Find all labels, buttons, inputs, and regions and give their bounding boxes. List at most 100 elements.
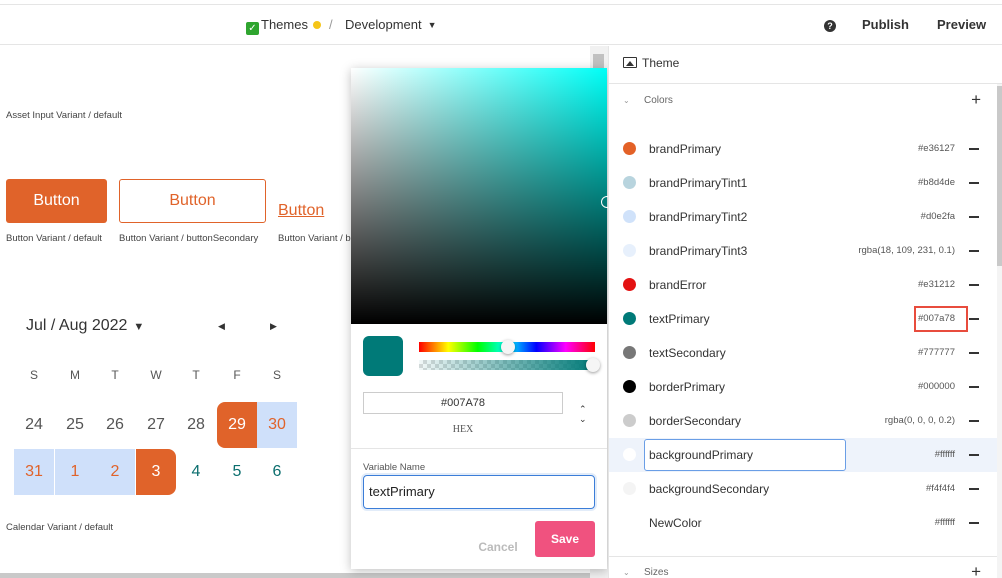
- color-swatch-icon[interactable]: [623, 448, 636, 461]
- color-swatch-icon[interactable]: [623, 176, 636, 189]
- button-secondary-preview[interactable]: Button: [119, 179, 266, 223]
- remove-color-icon[interactable]: [969, 352, 979, 354]
- color-row-brandPrimaryTint1[interactable]: brandPrimaryTint1 #b8d4de: [609, 166, 997, 200]
- hue-slider-handle[interactable]: [501, 340, 515, 354]
- top-bar: ✓ Themes / Development ▼ ? Publish Preview: [0, 4, 1002, 45]
- color-value[interactable]: #e36127: [918, 143, 955, 154]
- button-primary-preview[interactable]: Button: [6, 179, 107, 223]
- calendar-day-in-range[interactable]: 31: [14, 449, 54, 495]
- calendar-day-selected-end[interactable]: 3: [136, 449, 176, 495]
- theme-panel: Theme ⌄ Colors + brandPrimary #e36127 bran…: [608, 46, 1002, 578]
- color-value[interactable]: #e31212: [918, 279, 955, 290]
- color-picker-popover: #007A78 HEX ⌃ ⌄ Variable Name textPrimar…: [351, 68, 613, 569]
- color-swatch-icon[interactable]: [623, 414, 636, 427]
- chevron-down-icon: ⌄: [623, 568, 630, 577]
- add-size-icon[interactable]: +: [971, 562, 981, 578]
- color-swatch-icon[interactable]: [623, 278, 636, 291]
- color-value[interactable]: rgba(0, 0, 0, 0.2): [885, 415, 955, 426]
- color-row-backgroundSecondary[interactable]: backgroundSecondary #f4f4f4: [609, 472, 997, 506]
- breadcrumb-separator: /: [329, 17, 333, 32]
- alpha-slider-handle[interactable]: [586, 358, 600, 372]
- color-value[interactable]: #d0e2fa: [921, 211, 955, 222]
- branch-label: Development: [345, 17, 422, 32]
- color-value[interactable]: #f4f4f4: [926, 483, 955, 494]
- help-button[interactable]: ?: [824, 5, 836, 44]
- calendar-day[interactable]: 24: [14, 402, 54, 448]
- calendar-day[interactable]: 6: [257, 449, 297, 495]
- alpha-slider[interactable]: [419, 360, 595, 370]
- remove-color-icon[interactable]: [969, 454, 979, 456]
- color-swatch-icon[interactable]: [623, 482, 636, 495]
- calendar-next-icon[interactable]: ▶: [270, 321, 277, 332]
- calendar-day[interactable]: 5: [217, 449, 257, 495]
- colors-section-header[interactable]: ⌄ Colors +: [609, 86, 997, 118]
- calendar-day-in-range[interactable]: 2: [95, 449, 135, 495]
- color-swatch-icon[interactable]: [623, 210, 636, 223]
- color-row-borderPrimary[interactable]: borderPrimary #000000: [609, 370, 997, 404]
- color-swatch-icon[interactable]: [623, 244, 636, 257]
- add-color-icon[interactable]: +: [971, 90, 981, 110]
- color-row-backgroundPrimary[interactable]: backgroundPrimary #ffffff: [609, 438, 997, 472]
- color-row-brandPrimaryTint2[interactable]: brandPrimaryTint2 #d0e2fa: [609, 200, 997, 234]
- remove-color-icon[interactable]: [969, 182, 979, 184]
- help-icon: ?: [824, 20, 836, 32]
- variable-name-label: Variable Name: [363, 462, 426, 473]
- panel-scroll-thumb[interactable]: [997, 86, 1002, 266]
- color-value[interactable]: #777777: [918, 347, 955, 358]
- calendar-day[interactable]: 25: [55, 402, 95, 448]
- themes-menu[interactable]: ✓ Themes: [246, 5, 321, 44]
- calendar-day-in-range[interactable]: 1: [55, 449, 95, 495]
- chevron-down-icon: ⌄: [579, 414, 587, 424]
- calendar-day[interactable]: 28: [176, 402, 216, 448]
- color-value[interactable]: #ffffff: [935, 449, 955, 460]
- color-value[interactable]: #b8d4de: [918, 177, 955, 188]
- remove-color-icon[interactable]: [969, 216, 979, 218]
- format-toggle-button[interactable]: ⌃ ⌄: [579, 404, 587, 424]
- color-swatch-icon[interactable]: [623, 142, 636, 155]
- calendar-weekday: T: [111, 368, 119, 382]
- remove-color-icon[interactable]: [969, 250, 979, 252]
- color-row-textSecondary[interactable]: textSecondary #777777: [609, 336, 997, 370]
- calendar-day-in-range[interactable]: 30: [257, 402, 297, 448]
- cancel-button[interactable]: Cancel: [471, 529, 525, 565]
- color-name: borderPrimary: [649, 380, 726, 394]
- branch-dropdown[interactable]: Development ▼: [345, 5, 437, 44]
- color-row-brandPrimaryTint3[interactable]: brandPrimaryTint3 rgba(18, 109, 231, 0.1): [609, 234, 997, 268]
- color-row-borderSecondary[interactable]: borderSecondary rgba(0, 0, 0, 0.2): [609, 404, 997, 438]
- remove-color-icon[interactable]: [969, 318, 979, 320]
- calendar-month-selector[interactable]: Jul / Aug 2022 ▼: [26, 317, 144, 335]
- canvas-horizontal-scrollbar[interactable]: [0, 573, 590, 578]
- calendar-weekday: S: [272, 368, 281, 382]
- color-value[interactable]: #ffffff: [935, 517, 955, 528]
- remove-color-icon[interactable]: [969, 488, 979, 490]
- color-row-textPrimary[interactable]: textPrimary #007a78: [609, 302, 997, 336]
- remove-color-icon[interactable]: [969, 148, 979, 150]
- save-button[interactable]: Save: [535, 521, 595, 557]
- calendar-day[interactable]: 26: [95, 402, 135, 448]
- color-value[interactable]: #000000: [918, 381, 955, 392]
- variable-name-input[interactable]: textPrimary: [363, 475, 595, 509]
- calendar-day[interactable]: 4: [176, 449, 216, 495]
- calendar-day-selected-start[interactable]: 29: [217, 402, 257, 448]
- themes-label: Themes: [261, 17, 308, 32]
- remove-color-icon[interactable]: [969, 522, 979, 524]
- color-swatch-icon[interactable]: [623, 312, 636, 325]
- remove-color-icon[interactable]: [969, 284, 979, 286]
- hex-input[interactable]: #007A78: [363, 392, 563, 414]
- remove-color-icon[interactable]: [969, 386, 979, 388]
- color-row-brandError[interactable]: brandError #e31212: [609, 268, 997, 302]
- color-row-brandPrimary[interactable]: brandPrimary #e36127: [609, 132, 997, 166]
- color-swatch-icon[interactable]: [623, 346, 636, 359]
- publish-button[interactable]: Publish: [862, 5, 909, 44]
- color-row-NewColor[interactable]: NewColor #ffffff: [609, 506, 997, 540]
- remove-color-icon[interactable]: [969, 420, 979, 422]
- sizes-section-header[interactable]: ⌄ Sizes +: [609, 558, 997, 578]
- color-swatch-icon[interactable]: [623, 380, 636, 393]
- calendar-day[interactable]: 27: [136, 402, 176, 448]
- color-value[interactable]: rgba(18, 109, 231, 0.1): [858, 245, 955, 256]
- color-name: NewColor: [649, 516, 702, 530]
- preview-button[interactable]: Preview: [937, 5, 986, 44]
- app-root: ✓ Themes / Development ▼ ? Publish Preview…: [0, 0, 1002, 578]
- calendar-prev-icon[interactable]: ◀: [218, 321, 225, 332]
- button-link-preview[interactable]: Button: [278, 202, 324, 220]
